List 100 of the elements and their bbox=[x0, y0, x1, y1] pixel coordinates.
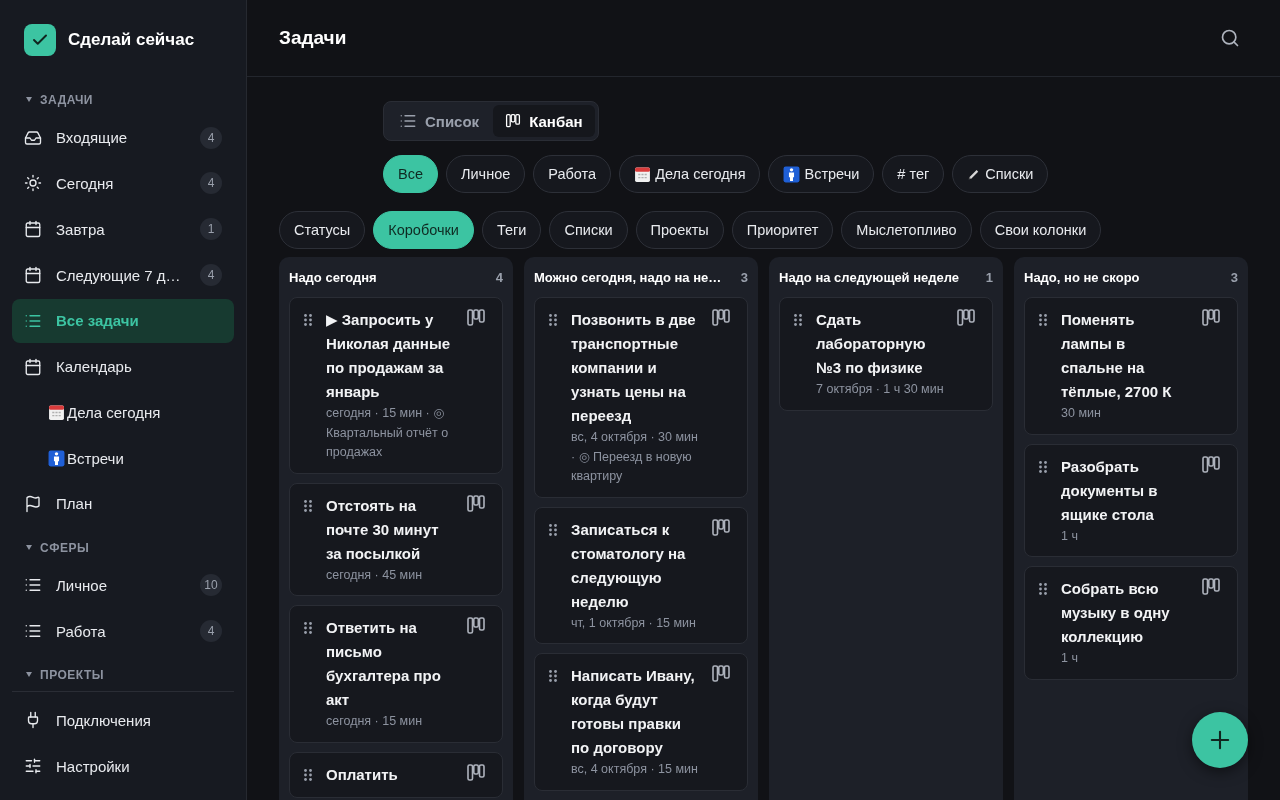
task-card[interactable]: Отстоять на почте 30 минут за посылкой сегодня · 45 мин bbox=[289, 482, 503, 596]
sidebar-item[interactable]: Дела сегодня bbox=[12, 390, 234, 435]
task-meta: сегодня · 15 мин bbox=[326, 713, 424, 730]
task-card[interactable]: Собрать всю музыку в одну коллекцию 1 ч bbox=[1024, 566, 1238, 680]
kanban-icon bbox=[505, 113, 522, 129]
drag-handle-icon[interactable] bbox=[304, 768, 312, 781]
caret-icon[interactable] bbox=[26, 97, 32, 103]
task-card[interactable]: Ответить на письмо бухгалтера про акт сегодня · 15 мин bbox=[289, 605, 503, 743]
caret-icon[interactable] bbox=[26, 545, 32, 551]
drag-handle-icon[interactable] bbox=[304, 622, 312, 634]
task-meta: вс, 4 октября · 15 мин bbox=[571, 761, 699, 778]
grouping-chip[interactable]: Списки bbox=[549, 211, 628, 249]
task-title: ▶ Запросить у Николая данные по продажам за январь bbox=[326, 310, 452, 402]
task-card[interactable]: Позвонить в две транспортные компании и узнать цены на переезд вс, 4 октября · 30 мин · ◎ Переезд в новую квартиру bbox=[534, 297, 748, 498]
sidebar-item[interactable]: Входящие 4 bbox=[12, 115, 234, 160]
sidebar-item[interactable]: Календарь bbox=[12, 344, 234, 389]
filter-chip[interactable]: Списки bbox=[952, 155, 1049, 193]
count-badge: 4 bbox=[200, 126, 222, 149]
task-title: Позвонить в две транспортные компании и узнать цены на переезд bbox=[571, 310, 697, 426]
task-card[interactable]: Сдать лабораторную №3 по физике 7 октября · 1 ч 30 мин bbox=[779, 297, 993, 411]
task-meta: 1 ч bbox=[1061, 650, 1079, 667]
column-count: 4 bbox=[495, 269, 503, 285]
task-card[interactable]: Оплатить bbox=[289, 751, 503, 798]
task-card[interactable]: Разобрать документы в ящике стола 1 ч bbox=[1024, 443, 1238, 557]
count-badge: 10 bbox=[200, 574, 222, 597]
sidebar-item[interactable]: Подключения bbox=[12, 698, 234, 742]
grouping-chip[interactable]: Свои колонки bbox=[979, 211, 1102, 249]
task-title: Отстоять на почте 30 минут за посылкой bbox=[326, 495, 440, 564]
flag-icon bbox=[24, 494, 42, 513]
count-badge: 1 bbox=[200, 218, 222, 241]
drag-handle-icon[interactable] bbox=[1039, 460, 1047, 473]
kanban-icon bbox=[956, 308, 976, 328]
task-meta: 1 ч bbox=[1061, 527, 1079, 545]
filter-chip[interactable]: Встречи bbox=[768, 155, 875, 193]
view-tab[interactable]: Список bbox=[387, 105, 492, 137]
kanban-icon bbox=[711, 517, 731, 538]
column-title: Можно сегодня, надо на не… bbox=[534, 269, 722, 285]
filter-chip[interactable]: Дела сегодня bbox=[619, 155, 761, 193]
column-title: Надо на следующей неделе bbox=[779, 269, 960, 285]
kanban-icon bbox=[1201, 308, 1221, 328]
sidebar-item[interactable]: Все задачи bbox=[12, 298, 234, 343]
sliders-icon bbox=[24, 757, 42, 775]
search-icon bbox=[1220, 28, 1240, 48]
grouping-chip[interactable]: Проекты bbox=[635, 211, 724, 249]
kanban-icon bbox=[711, 308, 731, 328]
task-title: Разобрать документы в ящике стола bbox=[1061, 456, 1159, 525]
sidebar-item[interactable]: Личное 10 bbox=[12, 563, 234, 608]
drag-handle-icon[interactable] bbox=[794, 314, 802, 326]
search-button[interactable] bbox=[1220, 28, 1240, 48]
calendar-icon bbox=[634, 165, 652, 183]
sun-icon bbox=[24, 174, 42, 193]
sidebar-item[interactable]: Настройки bbox=[12, 744, 234, 788]
task-meta: сегодня · 45 мин bbox=[326, 566, 424, 584]
drag-handle-icon[interactable] bbox=[549, 670, 557, 682]
kanban-icon bbox=[1201, 577, 1221, 597]
section-title: ЗАДАЧИ bbox=[40, 92, 93, 107]
person-icon bbox=[783, 165, 801, 183]
kanban-icon bbox=[711, 664, 731, 684]
count-badge: 4 bbox=[200, 264, 222, 286]
kanban-icon bbox=[466, 493, 486, 514]
grouping-chip[interactable]: Коробочки bbox=[373, 211, 474, 249]
task-card[interactable]: Написать Ивану, когда будут готовы правки по договору вс, 4 октября · 15 мин bbox=[534, 653, 748, 791]
task-meta: сегодня · 15 мин · ◎ Квартальный отчёт о продажах bbox=[326, 405, 450, 461]
task-meta: 30 мин bbox=[1061, 405, 1102, 422]
drag-handle-icon[interactable] bbox=[549, 523, 557, 536]
task-title: Собрать всю музыку в одну коллекцию bbox=[1061, 579, 1171, 647]
filter-chip[interactable]: Все bbox=[383, 155, 438, 193]
sidebar-item[interactable]: Сегодня 4 bbox=[12, 161, 234, 206]
person-icon bbox=[48, 449, 65, 467]
grouping-chip[interactable]: Мыслетопливо bbox=[841, 211, 972, 249]
page-title: Задачи bbox=[279, 27, 347, 49]
sidebar-item[interactable]: Работа 4 bbox=[12, 609, 234, 654]
task-card[interactable]: Поменять лампы в спальне на тёплые, 2700 К 30 мин bbox=[1024, 297, 1238, 435]
sidebar-item[interactable]: Завтра 1 bbox=[12, 207, 234, 252]
task-card[interactable]: Записаться к стоматологу на следующую неделю чт, 1 октября · 15 мин bbox=[534, 506, 748, 644]
calendar-icon bbox=[24, 266, 42, 284]
task-card[interactable]: ▶ Запросить у Николая данные по продажам за январь сегодня · 15 мин · ◎ Квартальный отчёт о продажах bbox=[289, 297, 503, 474]
drag-handle-icon[interactable] bbox=[1039, 314, 1047, 326]
column-count: 3 bbox=[1230, 269, 1238, 285]
drag-handle-icon[interactable] bbox=[1039, 583, 1047, 595]
list-icon bbox=[399, 112, 417, 130]
grouping-chip[interactable]: Приоритет bbox=[731, 211, 834, 249]
calendar-icon bbox=[24, 357, 42, 376]
task-meta: вс, 4 октября · 30 мин · ◎ Переезд в новую квартиру bbox=[571, 429, 699, 485]
app-name: Сделай сейчас bbox=[68, 30, 195, 50]
sidebar-item[interactable]: Встречи bbox=[12, 436, 234, 480]
filter-chip[interactable]: Работа bbox=[533, 155, 612, 193]
grouping-chip[interactable]: Статусы bbox=[279, 211, 366, 249]
view-tab[interactable]: Канбан bbox=[493, 105, 595, 137]
filter-chip[interactable]: Личное bbox=[446, 155, 526, 193]
drag-handle-icon[interactable] bbox=[549, 314, 557, 326]
sidebar-item[interactable]: План bbox=[12, 481, 234, 526]
filter-chip[interactable]: # тег bbox=[882, 155, 945, 193]
sidebar-item[interactable]: Следующие 7 д… 4 bbox=[12, 253, 234, 297]
caret-icon[interactable] bbox=[26, 672, 32, 678]
task-title: Написать Ивану, когда будут готовы правки по договору bbox=[571, 666, 696, 758]
drag-handle-icon[interactable] bbox=[304, 314, 312, 326]
kanban-icon bbox=[466, 308, 486, 328]
grouping-chip[interactable]: Теги bbox=[481, 211, 542, 249]
drag-handle-icon[interactable] bbox=[304, 499, 312, 512]
